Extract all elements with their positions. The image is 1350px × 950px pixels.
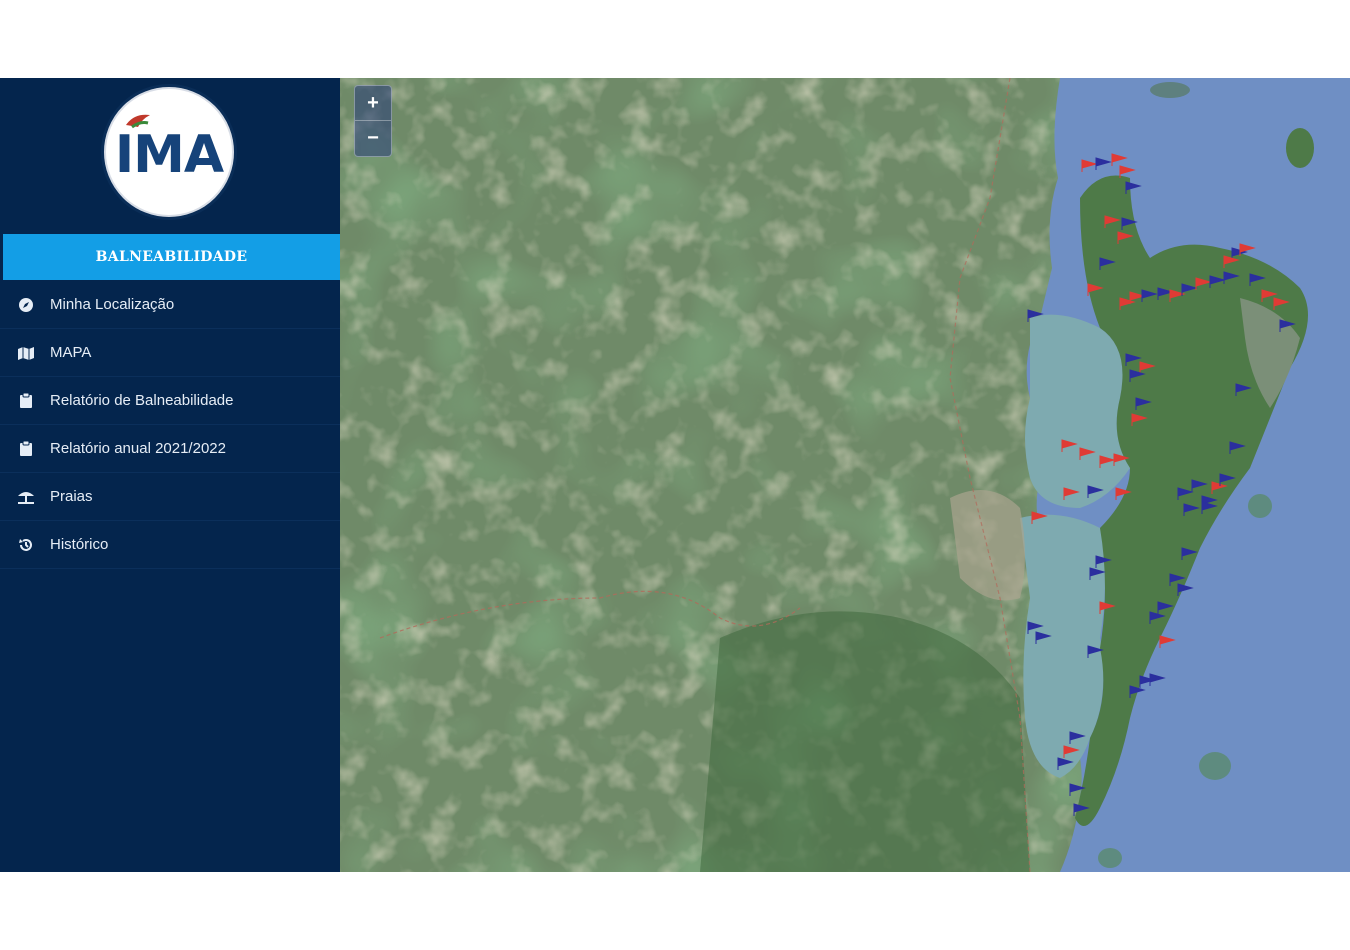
sidebar-item-mapa[interactable]: MAPA [0, 329, 340, 377]
sidebar-item-praias[interactable]: Praias [0, 473, 340, 521]
clipboard-icon [0, 392, 50, 409]
islet [1286, 128, 1314, 168]
sidebar-item-label: Relatório anual 2021/2022 [50, 440, 226, 457]
sidebar-item-label: Minha Localização [50, 296, 175, 313]
sidebar-item-relatorio-anual[interactable]: Relatório anual 2021/2022 [0, 425, 340, 473]
islet [1098, 848, 1122, 868]
zoom-control: + − [354, 85, 392, 157]
sidebar-item-historico[interactable]: Histórico [0, 521, 340, 569]
islet [1199, 752, 1231, 780]
sidebar-item-label: Histórico [50, 536, 109, 553]
ima-logo: IMA [101, 84, 237, 220]
map-canvas[interactable] [340, 78, 1350, 872]
islet [1248, 494, 1272, 518]
sidebar-item-label: Relatório de Balneabilidade [50, 392, 234, 409]
app-window: IMA BALNEABILIDADE Minha Localização MAP… [0, 78, 1350, 872]
sidebar-item-label: Praias [50, 488, 93, 505]
islet [1150, 82, 1190, 98]
map-icon [0, 346, 50, 360]
zoom-out-button[interactable]: − [355, 120, 391, 155]
sidebar: IMA BALNEABILIDADE Minha Localização MAP… [0, 78, 340, 872]
beach-umbrella-icon [0, 489, 50, 505]
history-icon [0, 537, 50, 553]
sidebar-menu: Minha Localização MAPA Relatório de Baln… [0, 281, 340, 569]
zoom-in-button[interactable]: + [355, 86, 391, 120]
sidebar-item-relatorio-balneabilidade[interactable]: Relatório de Balneabilidade [0, 377, 340, 425]
compass-icon [0, 297, 50, 313]
sidebar-item-minha-localizacao[interactable]: Minha Localização [0, 281, 340, 329]
logo-text: IMA [114, 125, 224, 185]
clipboard-icon [0, 440, 50, 457]
nav-balneabilidade[interactable]: BALNEABILIDADE [3, 234, 340, 280]
satellite-map[interactable]: + − [340, 78, 1350, 872]
north-bay [1025, 314, 1130, 508]
sidebar-item-label: MAPA [50, 344, 92, 361]
